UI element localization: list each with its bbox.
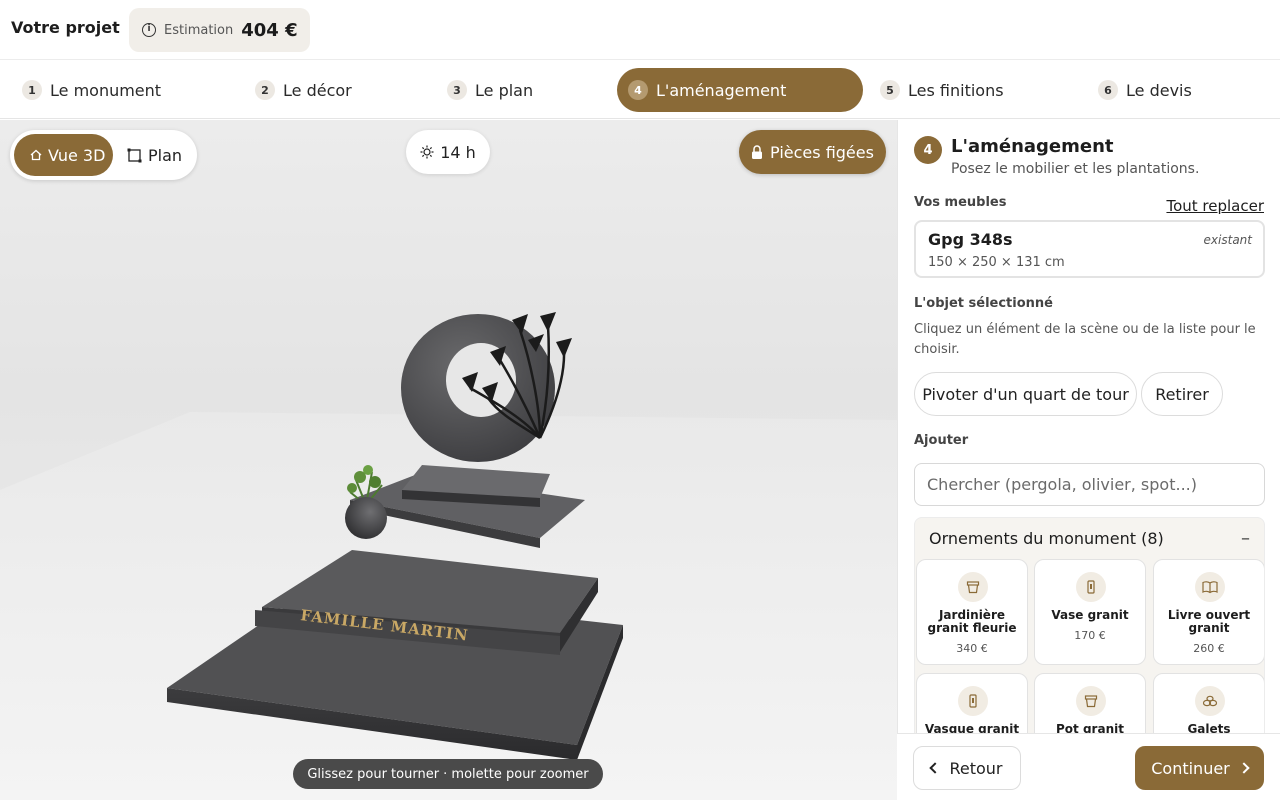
step-number: 4	[628, 80, 648, 100]
view-3d-button[interactable]: Vue 3D	[14, 134, 113, 176]
ornaments-header[interactable]: Ornements du monument (8) –	[915, 518, 1264, 558]
step-number: 2	[255, 80, 275, 100]
furniture-section-label: Vos meubles	[914, 195, 1007, 210]
view-mode-toggle: Vue 3D Plan	[10, 130, 197, 180]
frozen-label: Pièces figées	[770, 142, 874, 162]
panel-footer: Retour Continuer	[897, 733, 1280, 800]
view-3d-label: Vue 3D	[48, 145, 106, 165]
chevron-left-icon	[929, 762, 942, 774]
side-panel: 4 L'aménagement Posez le mobilier et les…	[897, 120, 1280, 800]
plan-button[interactable]: Plan	[127, 134, 182, 176]
ornament-card[interactable]: Jardinière granit fleurie 340 €	[916, 559, 1028, 665]
estimate-value: 404 €	[241, 19, 298, 41]
vase-icon	[1076, 572, 1106, 602]
rotate-quarter-button[interactable]: Pivoter d'un quart de tour	[914, 372, 1137, 416]
scene-viewport[interactable]: FAMILLE MARTIN Vue 3D Plan 14 h Pièces f…	[0, 120, 897, 800]
ornament-card[interactable]: Galets	[1153, 673, 1264, 734]
step-navigation: 1 Le monument 2 Le décor 3 Le plan 4 L'a…	[0, 61, 1280, 119]
selected-help-text: Cliquez un élément de la scène ou de la …	[914, 322, 1256, 357]
step-plan[interactable]: 3 Le plan	[447, 68, 533, 112]
frozen-pieces-button[interactable]: Pièces figées	[739, 130, 886, 174]
step-label: Les finitions	[908, 80, 1004, 100]
ornament-price: 170 €	[1074, 629, 1106, 642]
estimate-chip: i Estimation 404 €	[129, 8, 310, 52]
step-number: 1	[22, 80, 42, 100]
plan-label: Plan	[148, 145, 183, 165]
sun-icon	[420, 145, 434, 159]
furniture-item-card[interactable]: Gpg 348s 150 × 250 × 131 cm existant	[914, 220, 1265, 278]
step-label: Le plan	[475, 80, 534, 100]
ornaments-title: Ornements du monument (8)	[929, 528, 1164, 548]
furniture-name: Gpg 348s	[928, 230, 1013, 249]
step-monument[interactable]: 1 Le monument	[22, 68, 161, 112]
vase-icon	[958, 686, 988, 716]
info-icon: i	[142, 23, 156, 37]
back-button[interactable]: Retour	[913, 746, 1021, 790]
pebbles-icon	[1195, 686, 1225, 716]
lock-icon	[751, 144, 763, 160]
step-label: Le décor	[283, 80, 352, 100]
ornament-card[interactable]: Vasque granit	[916, 673, 1028, 734]
remove-button[interactable]: Retirer	[1141, 372, 1223, 416]
monument-3d-scene[interactable]: FAMILLE MARTIN	[0, 120, 897, 800]
ornament-price: 340 €	[956, 642, 988, 655]
step-number: 3	[447, 80, 467, 100]
back-label: Retour	[949, 758, 1003, 778]
top-bar: Votre projet i Estimation 404 €	[0, 0, 1280, 60]
step-number: 6	[1098, 80, 1118, 100]
plan-square-icon	[127, 148, 142, 163]
step-label: L'aménagement	[656, 80, 787, 100]
ornament-name: Jardinière granit fleurie	[927, 608, 1017, 635]
furniture-status-tag: existant	[1203, 233, 1252, 247]
panel-title: L'aménagement	[951, 136, 1114, 157]
search-input[interactable]	[914, 463, 1265, 506]
step-decor[interactable]: 2 Le décor	[255, 68, 352, 112]
ornament-name: Vase granit	[1051, 608, 1129, 622]
ornament-name: Livre ouvert granit	[1167, 608, 1251, 635]
ornaments-accordion: Ornements du monument (8) – Jardinière g…	[914, 517, 1265, 735]
ornament-card[interactable]: Pot granit	[1034, 673, 1146, 734]
planter-icon	[958, 572, 988, 602]
chevron-right-icon	[1238, 762, 1250, 774]
step-devis[interactable]: 6 Le devis	[1098, 68, 1192, 112]
continue-button[interactable]: Continuer	[1135, 746, 1264, 790]
ring-hole	[446, 343, 516, 417]
project-title: Votre projet	[11, 18, 120, 37]
replace-all-link[interactable]: Tout replacer	[1166, 197, 1264, 215]
step-badge: 4	[914, 136, 942, 164]
furniture-dimensions: 150 × 250 × 131 cm	[928, 255, 1065, 270]
add-section-label: Ajouter	[914, 433, 969, 448]
ornament-card[interactable]: Livre ouvert granit 260 €	[1153, 559, 1264, 665]
step-amenagement[interactable]: 4 L'aménagement	[617, 68, 863, 112]
book-icon	[1195, 572, 1225, 602]
time-label: 14 h	[440, 142, 476, 162]
collapse-icon[interactable]: –	[1241, 528, 1250, 549]
time-of-day-button[interactable]: 14 h	[406, 130, 490, 174]
step-label: Le monument	[50, 80, 162, 100]
planter-icon	[1076, 686, 1106, 716]
step-number: 5	[880, 80, 900, 100]
estimate-label: Estimation	[164, 22, 234, 38]
ornament-price: 260 €	[1193, 642, 1225, 655]
ornament-card[interactable]: Vase granit 170 €	[1034, 559, 1146, 665]
continue-label: Continuer	[1151, 758, 1230, 778]
selected-section-label: L'objet sélectionné	[914, 296, 1053, 311]
step-label: Le devis	[1126, 80, 1192, 100]
navigation-hint: Glissez pour tourner · molette pour zoom…	[293, 759, 603, 789]
home-icon	[30, 149, 42, 161]
step-finitions[interactable]: 5 Les finitions	[880, 68, 1004, 112]
panel-subtitle: Posez le mobilier et les plantations.	[951, 161, 1200, 177]
